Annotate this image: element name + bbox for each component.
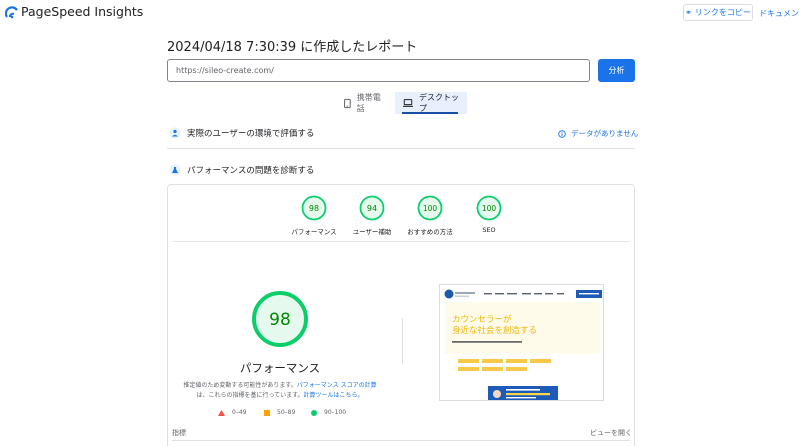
- triangle-icon: [218, 409, 225, 416]
- url-input[interactable]: https://sileo-create.com/: [167, 59, 590, 82]
- gauge-accessibility[interactable]: 94: [359, 195, 385, 221]
- vertical-separator: [402, 318, 403, 364]
- circle-icon: [311, 409, 317, 416]
- gauge-performance[interactable]: 98: [301, 195, 327, 221]
- metrics-heading: 指標: [172, 429, 186, 437]
- preview-headline-2: 身近な社会を創造する: [452, 325, 537, 336]
- card-divider: [172, 241, 630, 242]
- gauge-seo-score: 100: [482, 204, 497, 213]
- gauge-accessibility-score: 94: [367, 204, 377, 213]
- tab-desktop[interactable]: デスクトップ: [395, 92, 467, 114]
- score-calculation-link[interactable]: パフォーマンス スコアの計算: [297, 382, 377, 389]
- page-screenshot: カウンセラーが 身近な社会を創造する: [439, 284, 604, 401]
- performance-title: パフォーマンス: [239, 361, 321, 375]
- gauge-best-practices-score: 100: [423, 204, 438, 213]
- no-data-label: データがありません: [571, 129, 639, 138]
- preview-headline-1: カウンセラーが: [452, 314, 512, 325]
- calculator-link[interactable]: 計算ツールはこちら。: [304, 392, 364, 399]
- metrics-divider: [172, 440, 630, 441]
- tab-desktop-label: デスクトップ: [419, 93, 459, 113]
- legend-pass: 90–100: [311, 409, 346, 416]
- legend-fail-range: 0–49: [232, 409, 247, 416]
- lab-data-heading: パフォーマンスの問題を診断する: [187, 166, 315, 176]
- page-screenshot-image: カウンセラーが 身近な社会を創造する: [440, 285, 603, 400]
- url-input-value: https://sileo-create.com/: [176, 66, 274, 75]
- field-data-heading: 実際のユーザーの環境で評価する: [187, 129, 315, 139]
- laptop-icon: [403, 99, 413, 107]
- report-title: 2024/04/18 7:30:39 に作成したレポート: [167, 40, 418, 55]
- no-data-notice[interactable]: データがありません: [558, 128, 638, 139]
- legend-average: 50–89: [264, 409, 295, 416]
- docs-link[interactable]: ドキュメント: [759, 8, 800, 19]
- gauge-seo[interactable]: 100: [476, 195, 502, 221]
- copy-link-label: リンクをコピー: [694, 8, 751, 17]
- performance-score-gauge: 98: [252, 291, 308, 347]
- legend-fail: 0–49: [218, 409, 246, 416]
- lab-flask-icon: [169, 164, 181, 176]
- app-title[interactable]: PageSpeed Insights: [21, 4, 143, 19]
- desc-text-1: 推定値のため変動する可能性があります。: [183, 382, 297, 389]
- analyze-button[interactable]: 分析: [598, 59, 635, 82]
- gauge-seo-label: SEO: [482, 226, 496, 234]
- link-icon: ⚭: [685, 8, 692, 17]
- lab-data-header: パフォーマンスの問題を診断する: [167, 161, 635, 179]
- smartphone-icon: [344, 98, 351, 108]
- legend-pass-range: 90–100: [324, 409, 347, 416]
- tab-mobile-label: 携帯電話: [356, 93, 381, 113]
- desc-text-2: は、これらの指標を基に行っています。: [196, 391, 304, 399]
- square-icon: [264, 409, 270, 416]
- performance-score-value: 98: [269, 310, 291, 330]
- users-icon: [169, 127, 181, 139]
- gauge-performance-score: 98: [309, 204, 319, 213]
- copy-link-button[interactable]: ⚭ リンクをコピー: [683, 4, 753, 21]
- active-tab-indicator: [402, 112, 458, 114]
- gauge-best-practices[interactable]: 100: [417, 195, 443, 221]
- view-toggle-button[interactable]: ビューを開く: [590, 428, 632, 438]
- section-divider: [167, 148, 635, 149]
- performance-description: 推定値のため変動する可能性があります。パフォーマンス スコアの計算 は、これらの…: [182, 381, 378, 400]
- info-icon: [558, 129, 566, 138]
- tab-mobile[interactable]: 携帯電話: [336, 92, 392, 114]
- pagespeed-logo-icon: [5, 6, 18, 19]
- legend-average-range: 50–89: [277, 409, 296, 416]
